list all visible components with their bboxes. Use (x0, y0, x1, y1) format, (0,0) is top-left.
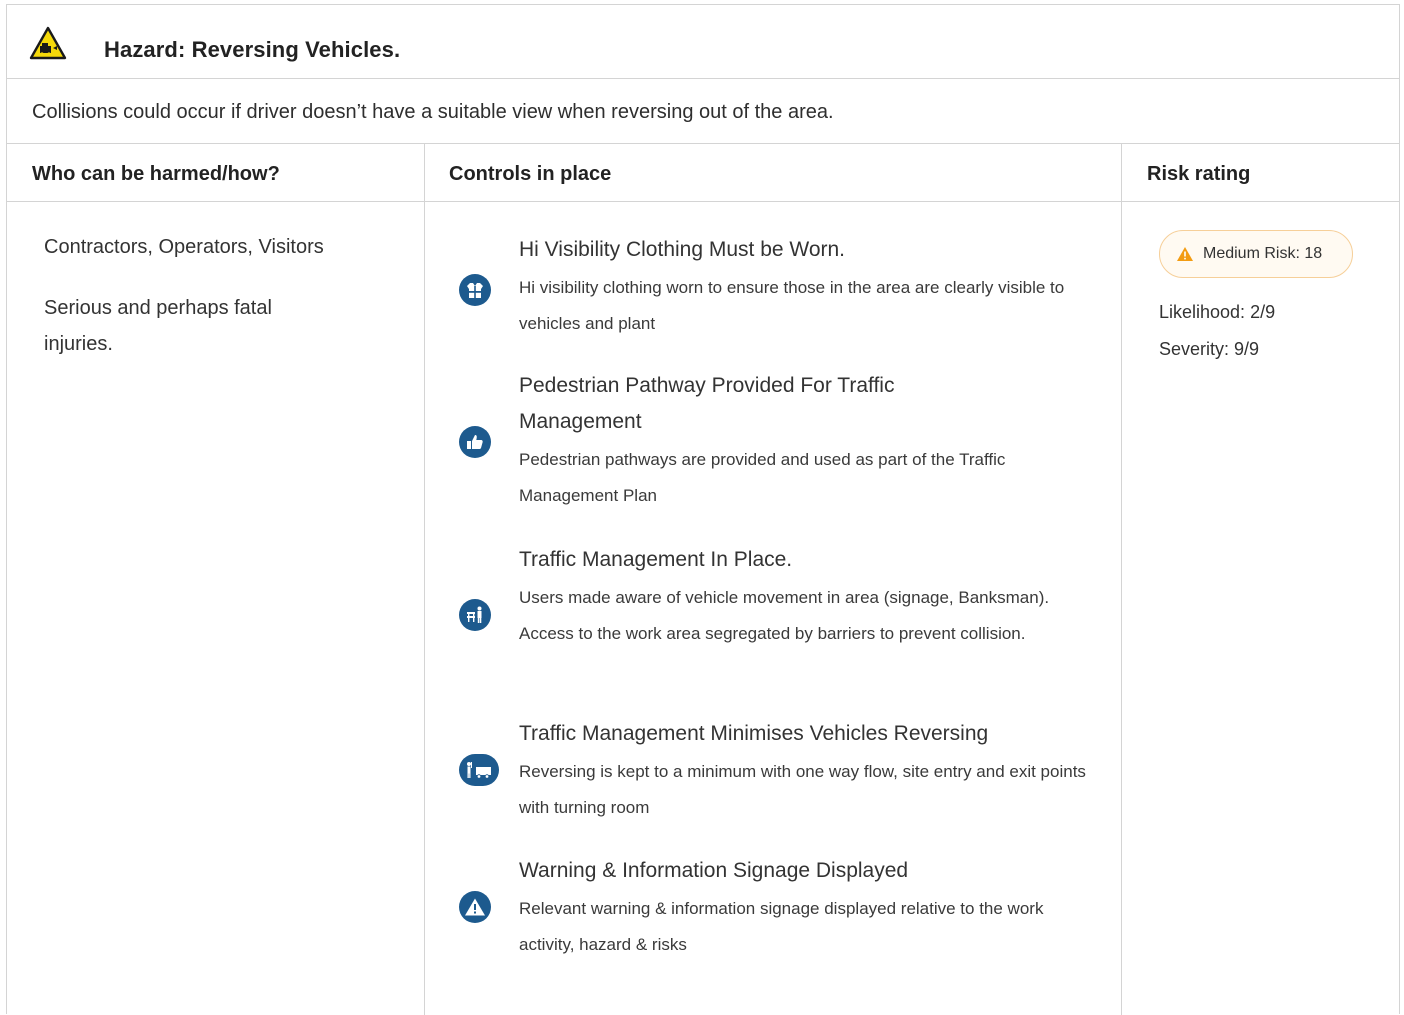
warning-icon (1177, 247, 1193, 261)
barrier-person-icon (459, 599, 491, 631)
hazard-description-row: Collisions could occur if driver doesn’t… (7, 79, 1399, 144)
hazard-title: Hazard: Reversing Vehicles. (104, 37, 401, 62)
control-text: Pedestrian pathways are provided and use… (519, 450, 1006, 505)
control-text: Relevant warning & information signage d… (519, 899, 1044, 954)
control-text: Users made aware of vehicle movement in … (519, 588, 1050, 643)
reversing-vehicle-warning-icon (29, 26, 67, 60)
column-header-risk: Risk rating (1122, 144, 1399, 202)
controls-column: Hi Visibility Clothing Must be Worn. Hi … (425, 202, 1122, 1015)
risk-column: Medium Risk: 18 Likelihood: 2/9 Severity… (1122, 202, 1399, 1015)
risk-badge-label: Medium Risk: 18 (1203, 245, 1323, 262)
hazard-header: Hazard: Reversing Vehicles. (7, 5, 1399, 79)
control-title: Traffic Management Minimises Vehicles Re… (519, 722, 989, 745)
who-column: Contractors, Operators, Visitors Serious… (7, 202, 425, 1015)
control-title: Hi Visibility Clothing Must be Worn. (519, 238, 846, 261)
control-text: Reversing is kept to a minimum with one … (519, 762, 1086, 817)
hazard-description: Collisions could occur if driver doesn’t… (32, 101, 834, 123)
likelihood: Likelihood: 2/9 (1159, 302, 1276, 322)
control-title: Pedestrian Pathway Provided For Traffic … (519, 374, 895, 433)
hazard-card: Hazard: Reversing Vehicles. Collisions c… (6, 4, 1400, 1015)
who-harm: Serious and perhaps fatal injuries. (44, 297, 272, 355)
column-header-who: Who can be harmed/how? (7, 144, 425, 202)
control-text: Hi visibility clothing worn to ensure th… (519, 278, 1065, 333)
thumbs-up-icon (459, 426, 491, 458)
column-header-controls: Controls in place (425, 144, 1122, 202)
risk-badge: Medium Risk: 18 (1159, 230, 1353, 278)
warning-triangle-icon (459, 891, 491, 923)
banksman-truck-icon (459, 754, 499, 786)
who-people: Contractors, Operators, Visitors (44, 236, 324, 258)
hi-vis-vest-icon (459, 274, 491, 306)
control-title: Warning & Information Signage Displayed (519, 859, 909, 882)
control-title: Traffic Management In Place. (519, 548, 793, 571)
severity: Severity: 9/9 (1159, 339, 1260, 359)
